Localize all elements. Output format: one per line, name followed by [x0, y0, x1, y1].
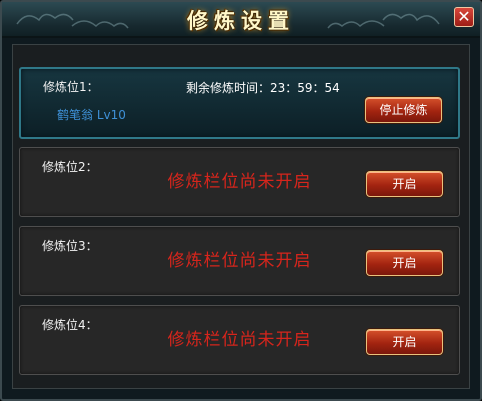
training-slot-4: 修炼位4： 修炼栏位尚未开启 开启 [19, 305, 460, 375]
character-name[interactable]: 鹤笔翁 Lv10 [57, 106, 126, 123]
title-bar[interactable]: 修炼设置 ✕ [2, 2, 480, 38]
training-settings-window: 修炼设置 ✕ 修炼位1： 剩余修炼时间：23：59：54 鹤笔翁 Lv10 停止… [0, 0, 482, 401]
training-slot-2: 修炼位2： 修炼栏位尚未开启 开启 [19, 147, 460, 217]
slots-panel: 修炼位1： 剩余修炼时间：23：59：54 鹤笔翁 Lv10 停止修炼 修炼位2… [12, 44, 470, 389]
open-slot-button[interactable]: 开启 [366, 171, 443, 197]
training-slot-3: 修炼位3： 修炼栏位尚未开启 开启 [19, 226, 460, 296]
open-slot-button[interactable]: 开启 [366, 250, 443, 276]
close-button[interactable]: ✕ [454, 7, 474, 27]
remaining-time: 剩余修炼时间：23：59：54 [186, 81, 340, 95]
open-slot-button[interactable]: 开启 [366, 329, 443, 355]
training-slot-1: 修炼位1： 剩余修炼时间：23：59：54 鹤笔翁 Lv10 停止修炼 [19, 67, 460, 139]
close-icon: ✕ [457, 7, 471, 26]
window-title: 修炼设置 [187, 8, 295, 33]
slot-label: 修炼位1： [43, 80, 99, 94]
stop-training-button[interactable]: 停止修炼 [365, 97, 442, 123]
